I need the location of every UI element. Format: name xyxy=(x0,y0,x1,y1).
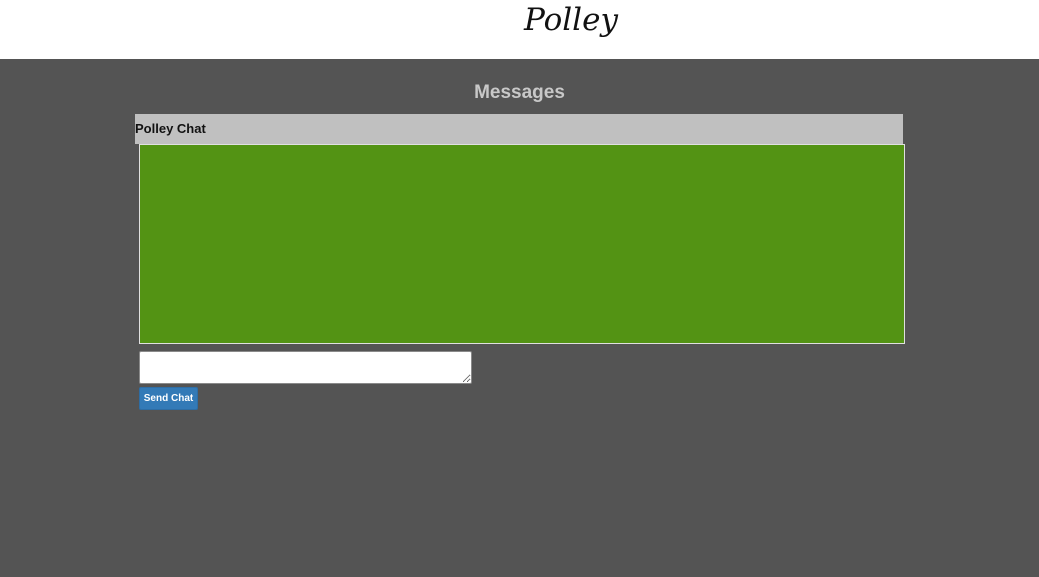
chat-header-label: Polley Chat xyxy=(135,121,206,136)
chat-header-bar: Polley Chat xyxy=(135,114,903,144)
page-title: Messages xyxy=(474,82,565,103)
send-chat-button[interactable]: Send Chat xyxy=(139,387,198,410)
main-content: Messages Polley Chat Send Chat xyxy=(0,59,1039,577)
site-logo[interactable]: Polley xyxy=(524,0,618,40)
chat-message-input[interactable] xyxy=(139,351,472,384)
chat-messages-area[interactable] xyxy=(139,144,905,344)
site-header: Polley xyxy=(0,0,1039,59)
